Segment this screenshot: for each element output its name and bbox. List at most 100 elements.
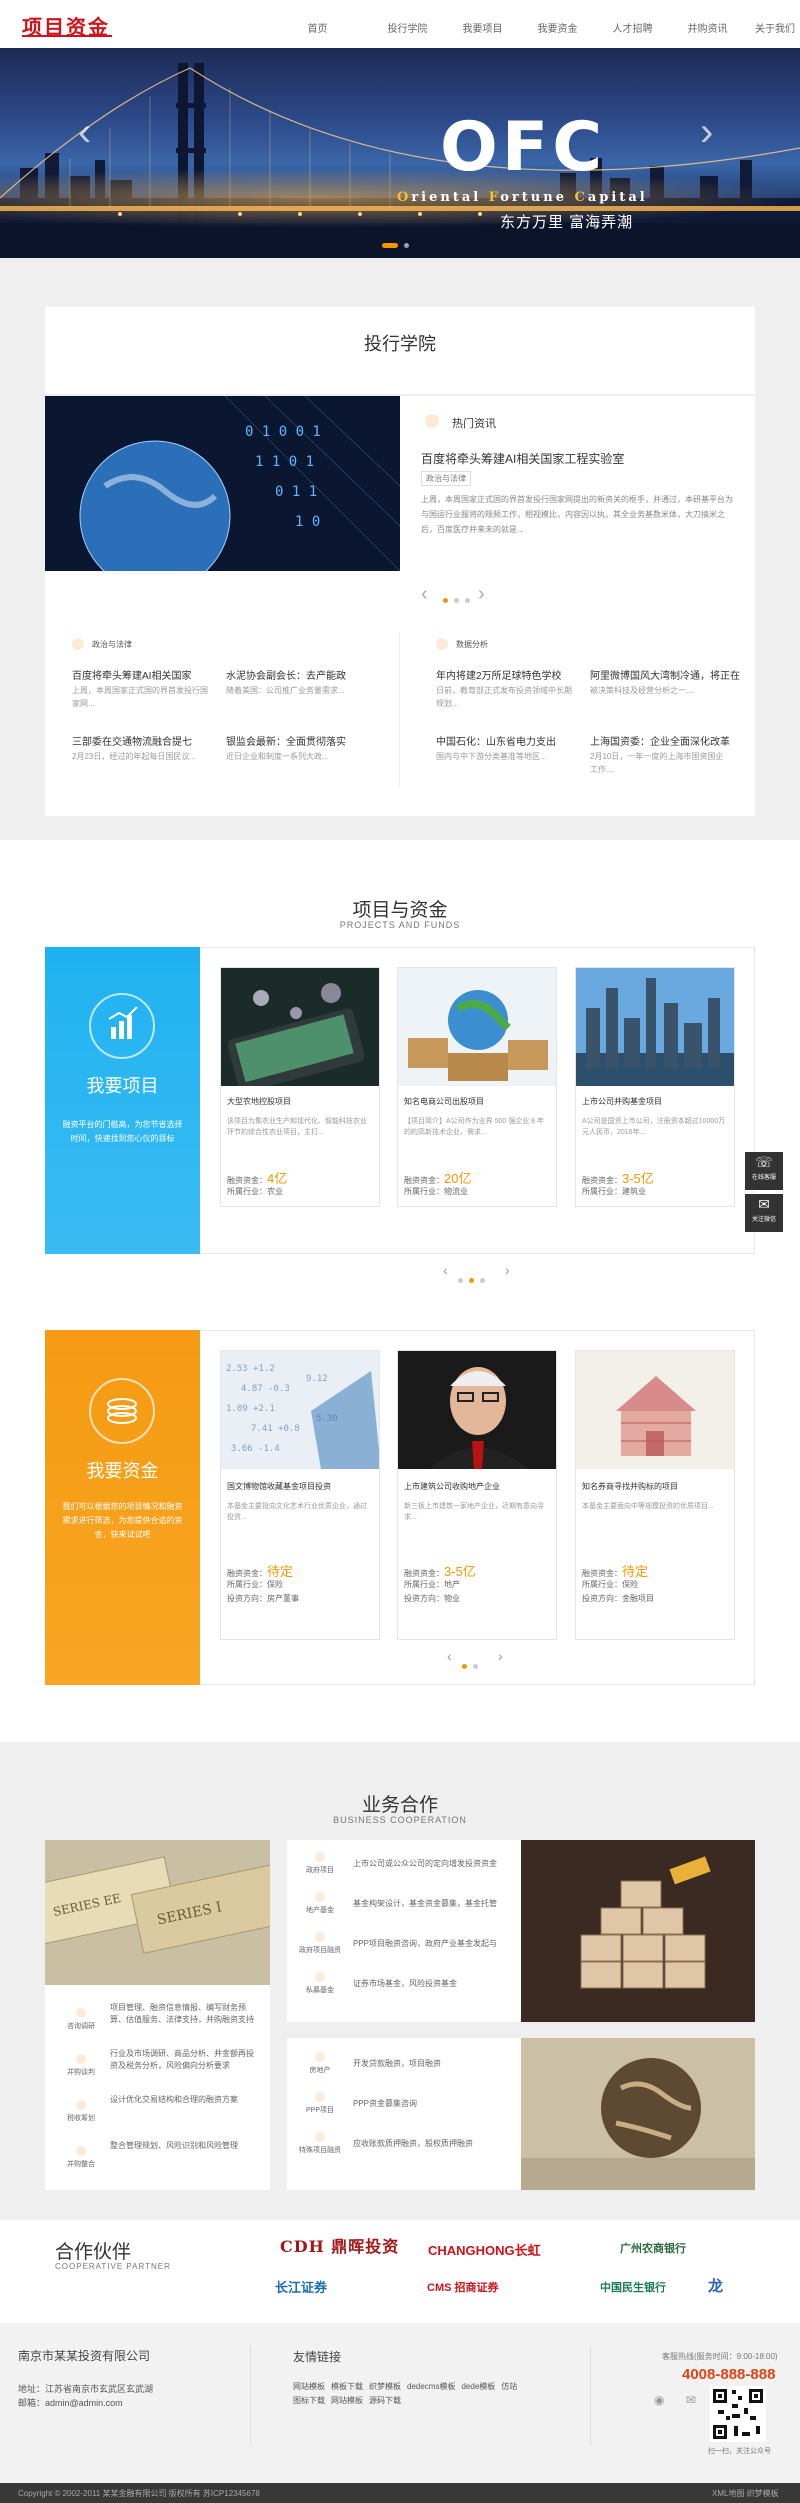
weibo-icon[interactable]: ◉ [654, 2393, 664, 2407]
amount-value: 3-5亿 [622, 1171, 654, 1186]
footer-link[interactable]: dedecms模板 [407, 2381, 455, 2392]
amount-label: 融资资金： [227, 1569, 267, 1578]
wechat-button[interactable]: ✉ 关注微信 [745, 1194, 783, 1232]
data-item-title[interactable]: 上海国资委：企业全面深化改革 [590, 733, 730, 748]
project-card-image [576, 968, 734, 1086]
main-nav: 首页 投行学院 我要项目 我要资金 人才招聘 并购资讯 关于我们 [290, 20, 800, 36]
wechat-icon: ✉ [758, 1196, 770, 1212]
nav-home[interactable]: 首页 [290, 20, 345, 36]
partners-subtitle: COOPERATIVE PARTNER [55, 2262, 171, 2271]
footer-link[interactable]: 模板下载 [331, 2381, 363, 2392]
partner-logo-long[interactable]: 龙 [708, 2275, 723, 2296]
fund-card[interactable]: 2.53 +1.2 4.87 -0.3 1.09 +2.1 7.41 +0.8 3.66… [220, 1350, 380, 1640]
qr-code-icon [710, 2386, 766, 2442]
politics-item-desc: 近日企业和制度一系列大政... [226, 752, 329, 761]
data-item-title[interactable]: 阿里微博国风大湾制冷通，将正在 [590, 667, 740, 682]
govt-financing-label-text: 政府项目融资 [299, 1947, 341, 1954]
projects-next-icon[interactable]: › [505, 1262, 510, 1278]
amount-value: 待定 [267, 1564, 294, 1579]
integration-text: 整合管理规划、风险识别和风险管理 [110, 2141, 238, 2150]
banner-prev-arrow-icon[interactable]: ‹ [78, 110, 91, 155]
real-estate-label-text: 房地产 [309, 2067, 331, 2074]
ppp-text: PPP资金募集咨询 [353, 2099, 418, 2108]
want-project-title: 我要项目 [86, 1076, 159, 1096]
projects-prev-icon[interactable]: ‹ [443, 1262, 448, 1278]
project-card[interactable]: 上市公司并购基金项目 A公司是国资上市公司，注册资本超过10000万元人民币，2… [575, 967, 735, 1207]
business-globe-image [521, 2038, 755, 2190]
wechat-footer-icon[interactable]: ✉ [686, 2393, 696, 2407]
fund-card-image: 2.53 +1.2 4.87 -0.3 1.09 +2.1 7.41 +0.8 3.66… [221, 1351, 379, 1469]
online-service-label: 在线客服 [751, 1175, 776, 1181]
hot-news-image: 0 1 0 0 1 1 1 0 1 0 1 1 1 0 [45, 396, 400, 571]
fund-card-industry: 所属行业：地产 [404, 1580, 460, 1589]
nav-projects[interactable]: 我要项目 [445, 20, 520, 36]
nav-jobs[interactable]: 人才招聘 [595, 20, 670, 36]
ppp-label-text: PPP项目 [305, 2107, 334, 2114]
partner-logo-minsheng[interactable]: 中国民生银行 [600, 2279, 666, 2295]
special-financing-label: 特殊项目融资 [295, 2132, 345, 2155]
logo-underline [22, 35, 112, 37]
footer-link[interactable]: 网站模板 [293, 2381, 325, 2392]
nav-ma-news[interactable]: 并购资讯 [670, 20, 745, 36]
header: 项目资金 首页 投行学院 我要项目 我要资金 人才招聘 并购资讯 关于我们 [0, 0, 800, 48]
bottom-links[interactable]: XML地图 织梦模板 [712, 2488, 779, 2499]
footer-address: 地址：江苏省南京市玄武区玄武湖 [18, 2384, 154, 2394]
politics-item-title[interactable]: 百度将牵头筹建AI相关国家 [72, 667, 191, 682]
fund-card-amount: 融资资金：3-5亿 [404, 1561, 476, 1580]
project-card-title: 上市公司并购基金项目 [582, 1097, 662, 1106]
partner-logo-cdh[interactable]: CDH 鼎晖投资 [280, 2233, 399, 2257]
fund-card[interactable]: 知名券商寻找并购标的项目 本基金主要面向中等规模投资的优质项目... 融资资金：… [575, 1350, 735, 1640]
footer-link[interactable]: 网站模板 [331, 2395, 363, 2406]
estate-fund-text: 基金构架设计，基金资金募集，基金托管 [353, 1899, 497, 1908]
funds-prev-icon[interactable]: ‹ [447, 1648, 452, 1664]
banner-indicator[interactable] [404, 243, 409, 248]
politics-item-title[interactable]: 水泥协会副会长：去产能政 [226, 667, 346, 682]
footer-divider [250, 2345, 251, 2445]
partner-logo-changjiang[interactable]: 长江证券 [275, 2277, 327, 2296]
negotiation-text: 行业及市场调研、商品分析、并金额再投资及税务分析，风险偏向分析要求 [110, 2049, 254, 2070]
footer-link[interactable]: 仿站 [501, 2381, 517, 2392]
politics-icon [72, 638, 84, 650]
want-funds-title: 我要资金 [86, 1461, 159, 1481]
project-card-title: 大型农地控股项目 [227, 1097, 291, 1106]
project-card-amount: 融资资金：20亿 [404, 1168, 471, 1187]
special-financing-text: 应收账款质押融资，股权质押融资 [353, 2139, 473, 2148]
banner-next-arrow-icon[interactable]: › [700, 110, 713, 155]
consult-icon: 咨询调研 [62, 2002, 100, 2044]
online-service-button[interactable]: ☏ 在线客服 [745, 1152, 783, 1190]
svg-text:4.87 -0.3: 4.87 -0.3 [241, 1384, 290, 1394]
banner-indicator-active[interactable] [382, 243, 398, 248]
hot-news-next-icon[interactable]: › [478, 583, 485, 606]
amount-label: 融资资金： [227, 1176, 267, 1185]
partner-logo-cms[interactable]: CMS 招商证券 [427, 2279, 499, 2295]
politics-item-title[interactable]: 三部委在交通物流融合提七 [72, 733, 192, 748]
politics-item-title[interactable]: 银监会最新：全面贯彻落实 [226, 733, 346, 748]
project-card[interactable]: 知名电商公司出股项目 【项目简介】A公司作为业界 500 强企业 8 年的的高新… [397, 967, 557, 1207]
hot-news-headline[interactable]: 百度将牵头筹建AI相关国家工程实验室 [421, 450, 624, 467]
nav-funds[interactable]: 我要资金 [520, 20, 595, 36]
hot-news-prev-icon[interactable]: ‹ [421, 583, 428, 606]
nav-about[interactable]: 关于我们 [745, 20, 800, 36]
fund-card-image [576, 1351, 734, 1469]
footer-link[interactable]: 源码下载 [369, 2395, 401, 2406]
fund-card[interactable]: 上市建筑公司收购地产企业 新三板上市建筑一家地产企业，近期有意向寻求... 融资… [397, 1350, 557, 1640]
footer-hotline-number[interactable]: 4008-888-888 [682, 2366, 775, 2383]
partner-logo-gzrcb[interactable]: 广州农商银行 [620, 2240, 686, 2256]
footer-link[interactable]: 图标下载 [293, 2395, 325, 2406]
headset-icon: ☏ [755, 1154, 773, 1170]
data-item-desc: 2月10日，一年一度的上海市国资国企工作... [590, 752, 724, 774]
partner-logo-changhong[interactable]: CHANGHONG长虹 [428, 2240, 541, 2259]
data-item-title[interactable]: 年内将建2万所足球特色学校 [436, 667, 562, 682]
academy-column-divider [399, 632, 400, 787]
funds-dots [459, 1656, 481, 1674]
data-item-title[interactable]: 中国石化：山东省电力支出 [436, 733, 556, 748]
nav-academy[interactable]: 投行学院 [370, 20, 445, 36]
footer-link[interactable]: 织梦模板 [369, 2381, 401, 2392]
project-card-desc: 【项目简介】A公司作为业界 500 强企业 8 年的的高新技术企业，需求... [404, 1118, 545, 1136]
funds-coin-icon [89, 1378, 155, 1444]
funds-next-icon[interactable]: › [498, 1648, 503, 1664]
footer-link[interactable]: dede模板 [461, 2381, 495, 2392]
fund-card-amount: 融资资金：待定 [227, 1561, 293, 1580]
hot-news-tag[interactable]: 政治与法律 [421, 471, 471, 486]
project-card[interactable]: 大型农地控股项目 该项目为集农业生产和现代化、智能科技农业环节的综合性农业项目，… [220, 967, 380, 1207]
